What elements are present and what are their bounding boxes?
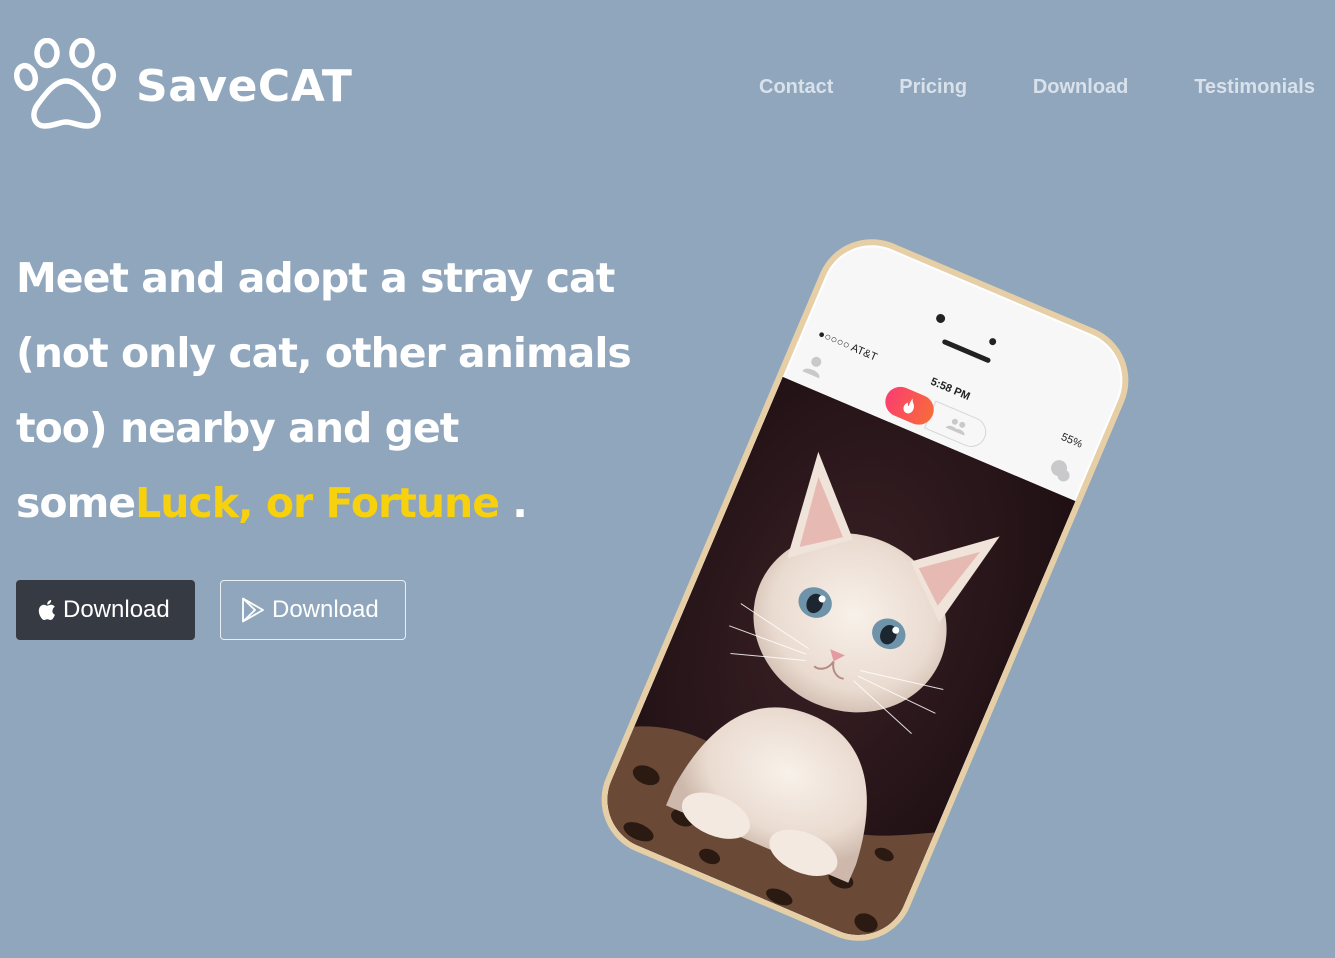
front-camera xyxy=(934,312,947,325)
apple-icon xyxy=(38,600,55,621)
proximity-sensor xyxy=(988,337,998,347)
hero-headline-end: . xyxy=(499,479,528,527)
profile-icon xyxy=(802,356,822,379)
battery-label: 55% xyxy=(1059,431,1085,451)
earpiece-speaker xyxy=(941,338,992,364)
chat-icon xyxy=(1051,460,1070,482)
top-nav: Contact Pricing Download Testimonials xyxy=(759,76,1315,99)
ios-download-label: Download xyxy=(63,596,170,623)
nav-link-contact[interactable]: Contact xyxy=(759,76,833,99)
nav-link-download[interactable]: Download xyxy=(1033,76,1129,99)
brand-logo-link[interactable]: SaveCAT xyxy=(14,38,352,132)
flame-icon xyxy=(903,398,914,414)
ios-download-button[interactable]: Download xyxy=(16,580,195,640)
nav-link-testimonials[interactable]: Testimonials xyxy=(1194,76,1315,99)
nav-link-pricing[interactable]: Pricing xyxy=(899,76,967,99)
google-play-icon xyxy=(242,597,264,623)
hero-headline: Meet and adopt a stray cat (not only cat… xyxy=(16,241,696,541)
hero-headline-accent: Luck, or Fortune xyxy=(135,479,500,527)
brand-name: SaveCAT xyxy=(136,60,353,112)
android-download-label: Download xyxy=(272,596,379,623)
paw-icon xyxy=(14,38,117,129)
download-buttons: Download Download xyxy=(16,580,406,640)
people-icon xyxy=(945,418,966,436)
android-download-button[interactable]: Download xyxy=(220,580,406,640)
